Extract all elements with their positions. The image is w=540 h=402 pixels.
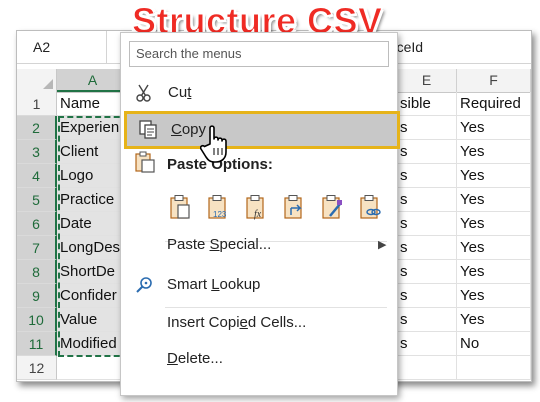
row-header[interactable]: 6 [17,212,57,236]
copy-marquee [58,116,129,357]
row-header[interactable]: 1 [17,92,57,116]
cell-column-e[interactable]: s [397,236,457,260]
name-box[interactable]: A2 [17,31,107,63]
cell-column-f[interactable]: Yes [457,164,531,188]
menu-item-delete-label: Delete... [167,350,223,367]
row-header[interactable]: 10 [17,308,57,332]
cell-column-e[interactable]: s [397,332,457,356]
smart-lookup-icon [136,277,152,293]
row-header[interactable]: 2 [17,116,57,140]
menu-item-insert-copied-cells[interactable]: Insert Copied Cells... [120,308,396,338]
menu-item-paste-special[interactable]: Paste Special... ▶ [120,230,396,260]
cell-column-f[interactable]: Yes [457,308,531,332]
row-header[interactable]: 5 [17,188,57,212]
select-all-corner[interactable] [17,69,57,92]
column-header-f[interactable]: F [457,69,531,92]
menu-item-delete[interactable]: Delete... [120,344,396,374]
cell-column-f[interactable]: Yes [457,260,531,284]
cell-column-f[interactable] [457,356,531,380]
row-header[interactable]: 12 [17,356,57,380]
row-header[interactable]: 9 [17,284,57,308]
cell-column-e[interactable]: s [397,116,457,140]
row-header[interactable]: 11 [17,332,57,356]
cell-column-e[interactable]: s [397,140,457,164]
row-header[interactable]: 3 [17,140,57,164]
cell-column-e[interactable]: s [397,308,457,332]
cell-column-e[interactable]: sible [397,92,457,116]
cell-column-e[interactable]: s [397,188,457,212]
row-header[interactable]: 7 [17,236,57,260]
cell-column-e[interactable]: s [397,164,457,188]
cell-column-a[interactable] [57,356,129,380]
menu-item-paste-special-label: Paste Special... [167,236,272,253]
cell-column-e[interactable]: s [397,260,457,284]
cell-column-a[interactable]: Name [57,92,129,116]
cell-column-f[interactable]: No [457,332,531,356]
cell-column-e[interactable]: s [397,212,457,236]
cell-column-f[interactable]: Required [457,92,531,116]
menu-item-smart-lookup[interactable]: Smart Lookup [120,270,396,300]
menu-item-smart-lookup-label: Smart Lookup [167,276,261,293]
cell-column-f[interactable]: Yes [457,212,531,236]
cell-column-f[interactable]: Yes [457,236,531,260]
cell-column-f[interactable]: Yes [457,284,531,308]
hand-cursor-icon [200,125,227,163]
column-header-e[interactable]: E [397,69,457,92]
cell-column-f[interactable]: Yes [457,188,531,212]
column-header-a[interactable]: A [57,69,129,92]
cell-column-e[interactable] [397,356,457,380]
cell-column-f[interactable]: Yes [457,116,531,140]
row-header[interactable]: 4 [17,164,57,188]
cell-column-e[interactable]: s [397,284,457,308]
row-header[interactable]: 8 [17,260,57,284]
cell-column-f[interactable]: Yes [457,140,531,164]
menu-item-insert-copied-label: Insert Copied Cells... [167,314,307,331]
submenu-arrow-icon: ▶ [378,239,387,251]
